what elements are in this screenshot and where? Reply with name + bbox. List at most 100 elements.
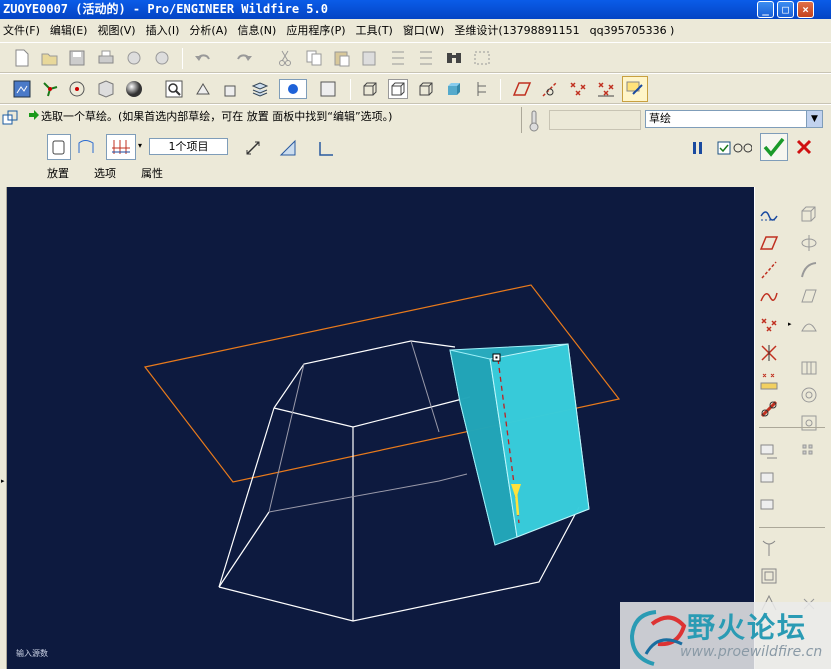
solid-option-icon[interactable]: [47, 134, 71, 160]
preview-icon[interactable]: [732, 138, 752, 158]
watermark-title: 野火论坛: [687, 611, 808, 644]
prompt-arrow-icon: [28, 109, 40, 124]
view-icon[interactable]: [193, 79, 213, 99]
toolbar-view: [0, 73, 831, 104]
send-link-icon[interactable]: [152, 48, 172, 68]
datum-plane-icon[interactable]: [512, 79, 532, 99]
depth-option-icon[interactable]: [106, 134, 136, 160]
menu-tools[interactable]: 工具(T): [353, 19, 400, 42]
model-tree-icon[interactable]: [472, 79, 492, 99]
plane-icon[interactable]: [758, 232, 780, 254]
tab-properties[interactable]: 属性: [141, 165, 163, 181]
extrude-icon[interactable]: [798, 203, 820, 225]
axis-icon[interactable]: [758, 259, 780, 281]
proe-window: { "window": { "title": "ZUOYE0007 (活动的) …: [0, 0, 831, 669]
cut-icon[interactable]: [275, 48, 295, 68]
minimize-button[interactable]: _: [757, 1, 774, 18]
ok-icon[interactable]: [760, 133, 788, 161]
shading-icon[interactable]: [124, 79, 144, 99]
remove-material-icon[interactable]: [278, 138, 298, 158]
zoom-icon[interactable]: [164, 79, 184, 99]
sweep-icon[interactable]: [798, 259, 820, 281]
shell-icon[interactable]: [798, 384, 820, 406]
hidden-edges: [268, 340, 468, 513]
hole-icon[interactable]: [798, 357, 820, 379]
wireframe-icon[interactable]: [360, 79, 380, 99]
undo-icon[interactable]: [193, 48, 213, 68]
merge-feature-icon[interactable]: [758, 496, 780, 518]
pause-icon[interactable]: [688, 138, 708, 158]
chevron-down-icon: ▼: [806, 111, 822, 127]
sketch-tool-icon[interactable]: [622, 76, 648, 102]
sketch-icon[interactable]: [758, 203, 780, 225]
save-icon[interactable]: [67, 48, 87, 68]
send-mail-icon[interactable]: [124, 48, 144, 68]
cancel-icon[interactable]: [794, 137, 814, 157]
maximize-button[interactable]: □: [777, 1, 794, 18]
menu-analysis[interactable]: 分析(A): [186, 19, 234, 42]
datum-point-icon[interactable]: [568, 79, 588, 99]
chain-icon[interactable]: [758, 398, 780, 420]
menu-view[interactable]: 视图(V): [94, 19, 142, 42]
coordsys-icon[interactable]: [596, 79, 616, 99]
copy-feature-icon[interactable]: [758, 441, 780, 463]
datum-axis-icon[interactable]: [540, 79, 560, 99]
spin-center-icon[interactable]: [40, 79, 60, 99]
select-box-icon[interactable]: [472, 48, 492, 68]
csys-icon[interactable]: [758, 342, 780, 364]
shaded-icon[interactable]: [444, 79, 464, 99]
tab-placement[interactable]: 放置: [47, 165, 69, 181]
open-icon[interactable]: [40, 48, 60, 68]
curve-icon[interactable]: [758, 285, 780, 307]
new-icon[interactable]: [12, 48, 32, 68]
trim-icon[interactable]: [758, 537, 780, 559]
redo-icon[interactable]: [234, 48, 254, 68]
menu-edit[interactable]: 编辑(E): [47, 19, 95, 42]
depth-dropdown-arrow[interactable]: ▾: [138, 141, 142, 150]
menu-file[interactable]: 文件(F): [0, 19, 47, 42]
menu-custom[interactable]: 圣维设计(13798891151: [451, 19, 586, 42]
rib-icon[interactable]: [798, 412, 820, 434]
pattern-icon[interactable]: [798, 440, 820, 462]
graphics-window[interactable]: 输入源数: [7, 187, 754, 669]
layers-icon[interactable]: [250, 79, 270, 99]
toolbar-file: [0, 42, 831, 73]
paste-icon[interactable]: [332, 48, 352, 68]
regenerate-icon[interactable]: [388, 48, 408, 68]
menu-info[interactable]: 信息(N): [235, 19, 284, 42]
appearance-icon[interactable]: [279, 79, 307, 99]
feature-icon: [2, 110, 18, 129]
orient-mode-icon[interactable]: [67, 79, 87, 99]
revolve-icon[interactable]: [798, 232, 820, 254]
repaint-icon[interactable]: [12, 79, 32, 99]
blend-icon[interactable]: [798, 285, 820, 307]
mirror-feature-icon[interactable]: [758, 469, 780, 491]
offset-icon[interactable]: [758, 565, 780, 587]
tab-options[interactable]: 选项: [94, 165, 116, 181]
print-icon[interactable]: [96, 48, 116, 68]
no-hidden-icon[interactable]: [416, 79, 436, 99]
close-button[interactable]: ×: [797, 1, 814, 18]
analysis-feature-icon[interactable]: [758, 370, 780, 392]
saved-views-icon[interactable]: [96, 79, 116, 99]
menu-applications[interactable]: 应用程序(P): [283, 19, 352, 42]
find-icon[interactable]: [444, 48, 464, 68]
paste-special-icon[interactable]: [360, 48, 380, 68]
menu-window[interactable]: 窗口(W): [400, 19, 451, 42]
selection-filter-dropdown[interactable]: 草绘 ▼: [645, 110, 823, 128]
right-feature-toolbar: ▸: [754, 187, 831, 669]
prompt-text: 选取一个草绘。(如果首选内部草绘，可在 放置 面板中找到“编辑”选项。): [41, 110, 393, 123]
items-count-field[interactable]: 1个项目: [149, 138, 228, 155]
thicken-icon[interactable]: [316, 138, 336, 158]
boundary-blend-icon[interactable]: [798, 314, 820, 336]
preview-checkbox[interactable]: [714, 138, 734, 158]
flip-direction-icon[interactable]: [243, 138, 263, 158]
surface-option-icon[interactable]: [76, 137, 96, 157]
annotation-icon[interactable]: [222, 79, 242, 99]
model-setup-icon[interactable]: [318, 79, 338, 99]
copy-icon[interactable]: [304, 48, 324, 68]
menu-insert[interactable]: 插入(I): [143, 19, 187, 42]
point-icon[interactable]: [758, 314, 780, 336]
regen-manager-icon[interactable]: [416, 48, 436, 68]
hidden-line-icon[interactable]: [388, 79, 408, 99]
